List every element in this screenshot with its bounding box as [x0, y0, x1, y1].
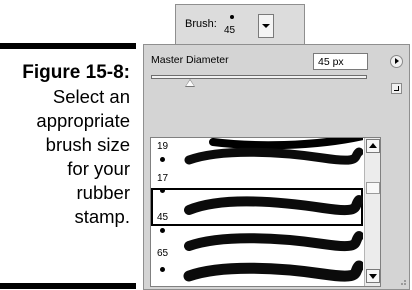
save-preset-icon — [394, 86, 399, 91]
list-item-selected[interactable]: 45 — [151, 188, 363, 226]
caption-line-2: appropriate — [36, 110, 130, 131]
caption-line-3: brush size — [45, 134, 130, 155]
brush-picker-panel: Master Diameter 45 px 19 17 45 65 — [143, 44, 410, 290]
slider-thumb[interactable] — [184, 79, 195, 87]
figure-caption: Figure 15-8: Select an appropriate brush… — [0, 61, 130, 229]
caption-line-4: for your — [67, 158, 130, 179]
scroll-up-button[interactable] — [366, 139, 380, 153]
brush-size-label: 45 — [157, 212, 169, 223]
master-diameter-input[interactable]: 45 px — [313, 53, 368, 70]
resize-grip-icon[interactable] — [398, 277, 407, 286]
brush-size-readout: 45 — [224, 25, 236, 36]
brush-stroke-preview — [183, 260, 363, 282]
chevron-up-icon — [369, 143, 377, 148]
brush-tip-preview-icon — [230, 15, 234, 19]
brush-stroke-preview — [184, 195, 363, 216]
master-diameter-label: Master Diameter — [151, 54, 229, 66]
right-triangle-icon — [395, 58, 399, 64]
list-item[interactable] — [151, 258, 363, 286]
chevron-down-icon — [369, 274, 377, 279]
brush-size-label: 19 — [157, 141, 169, 152]
chevron-down-icon — [262, 24, 270, 28]
figure-number: Figure 15-8: — [22, 62, 130, 83]
scrollbar-thumb[interactable] — [366, 182, 380, 194]
options-bar-brush-control: Brush: 45 — [175, 4, 305, 45]
brush-tip-dot-icon — [160, 157, 165, 162]
caption-top-rule — [0, 43, 136, 49]
brush-picker-dropdown-button[interactable] — [258, 14, 274, 38]
panel-flyout-menu-button[interactable] — [390, 55, 403, 68]
brush-label: Brush: — [185, 18, 217, 30]
brush-size-label: 17 — [157, 173, 169, 184]
scroll-down-button[interactable] — [366, 269, 380, 283]
brush-preset-list: 19 17 45 65 — [150, 137, 381, 287]
brush-tip-dot-icon — [160, 228, 165, 233]
brush-list-scrollbar[interactable] — [364, 138, 380, 286]
master-diameter-slider[interactable] — [151, 75, 367, 79]
caption-line-6: stamp. — [74, 206, 130, 227]
caption-line-5: rubber — [76, 182, 130, 203]
caption-bottom-rule — [0, 283, 136, 289]
caption-line-1: Select an — [52, 86, 130, 107]
save-preset-button[interactable] — [391, 83, 402, 94]
